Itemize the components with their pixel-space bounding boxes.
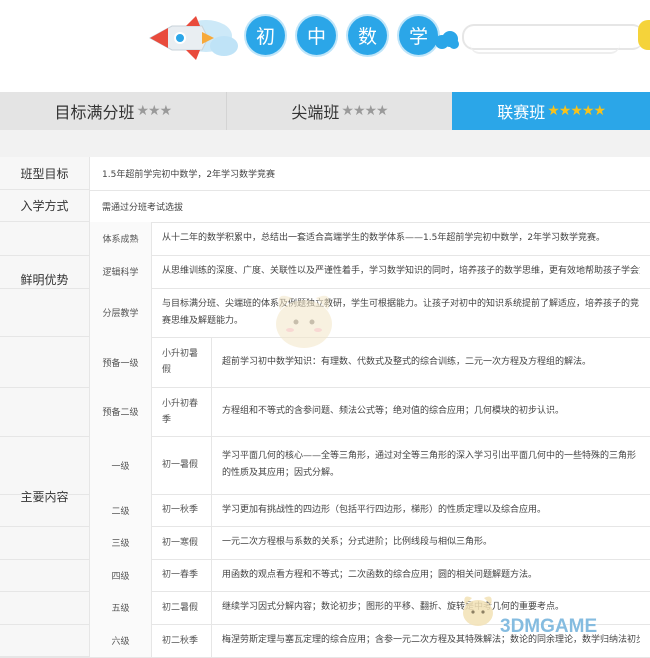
level-season: 初一暑假 xyxy=(152,436,212,494)
title-char: 学 xyxy=(399,16,438,55)
mascot-logo-icon xyxy=(463,596,493,626)
table-row: 一级 初一暑假 学习平面几何的核心——全等三角形，通过对全等三角形的深入学习引出… xyxy=(0,436,650,495)
decor-line xyxy=(470,42,620,54)
tab-label: 目标满分班 xyxy=(54,103,135,122)
tab-label: 联赛班 xyxy=(497,103,546,122)
title-char: 中 xyxy=(297,16,336,55)
table-row: 三级 初一寒假 一元二次方程根与系数的关系；分式进阶；比例线段与相似三角形。 xyxy=(0,526,650,560)
page-header: 初 中 数 学 xyxy=(0,0,650,92)
table-row: 四级 初一春季 用函数的观点看方程和不等式；二次函数的综合应用；圆的相关问题解题… xyxy=(0,559,650,592)
cloud-icon xyxy=(435,31,459,49)
level-name: 六级 xyxy=(90,624,152,657)
level-name: 预备一级 xyxy=(90,337,152,387)
tab-label: 尖端班 xyxy=(291,103,340,122)
page-title: 初 中 数 学 xyxy=(246,16,438,55)
class-tabs: 目标满分班 ★★★ 尖端班 ★★★★ 联赛班 ★★★★★ xyxy=(0,92,650,130)
site-logo-watermark: 3DMGAME xyxy=(500,616,598,637)
admission-value: 需通过分班考试选拔 xyxy=(102,202,184,213)
advantage-desc: 从十二年的数学积累中，总结出一套适合高端学生的数学体系——1.5年超前学完初中数… xyxy=(162,233,606,243)
advantage-name: 体系成熟 xyxy=(90,222,152,255)
table-row: 1.5年超前学完初中数学，2年学习数学竞赛 xyxy=(0,157,650,191)
advantage-name: 逻辑科学 xyxy=(90,255,152,288)
table-row: 体系成熟 从十二年的数学积累中，总结出一套适合高端学生的数学体系——1.5年超前… xyxy=(0,222,650,256)
decor-shape xyxy=(638,20,650,50)
level-season: 初二秋季 xyxy=(152,624,212,657)
level-season: 小升初春季 xyxy=(152,387,212,436)
star-rating-icon: ★★★★ xyxy=(341,103,388,119)
star-rating-icon: ★★★ xyxy=(136,103,173,119)
level-name: 四级 xyxy=(90,559,152,591)
level-name: 二级 xyxy=(90,494,152,526)
level-name: 预备二级 xyxy=(90,387,152,436)
advantage-name: 分层教学 xyxy=(90,288,152,337)
advantage-desc: 与目标满分班、尖端班的体系及例题独立教研，学生可根据能力。让孩子对初中的知识系统… xyxy=(162,298,640,326)
star-rating-icon: ★★★★★ xyxy=(547,103,606,119)
level-name: 五级 xyxy=(90,591,152,624)
level-name: 三级 xyxy=(90,526,152,559)
title-char: 数 xyxy=(348,16,387,55)
tab-league[interactable]: 联赛班 ★★★★★ xyxy=(452,92,650,130)
level-desc: 用函数的观点看方程和不等式；二次函数的综合应用；圆的相关问题解题方法。 xyxy=(222,569,538,580)
table-row: 需通过分班考试选拔 xyxy=(0,190,650,223)
table-row: 二级 初一秋季 学习更加有挑战性的四边形（包括平行四边形，梯形）的性质定理以及综… xyxy=(0,494,650,527)
level-name: 一级 xyxy=(90,436,152,494)
tab-target-full-score[interactable]: 目标满分班 ★★★ xyxy=(0,92,226,130)
level-desc: 一元二次方程根与系数的关系；分式进阶；比例线段与相似三角形。 xyxy=(222,537,493,547)
level-season: 初二暑假 xyxy=(152,591,212,624)
level-season: 初一寒假 xyxy=(152,526,212,559)
level-season: 初一春季 xyxy=(152,559,212,591)
advantage-desc: 从思维训练的深度、广度、关联性以及严谨性着手，学习数学知识的同时，培养孩子的数学… xyxy=(162,266,640,276)
level-desc: 学习更加有挑战性的四边形（包括平行四边形，梯形）的性质定理以及综合应用。 xyxy=(222,504,547,515)
level-desc: 方程组和不等式的含参问题、频法公式等；绝对值的综合应用；几何模块的初步认识。 xyxy=(222,406,565,416)
section-spacer xyxy=(0,130,650,157)
level-season: 初一秋季 xyxy=(152,494,212,526)
level-season: 小升初暑假 xyxy=(152,337,212,387)
table-row: 预备二级 小升初春季 方程组和不等式的含参问题、频法公式等；绝对值的综合应用；几… xyxy=(0,387,650,437)
tab-elite[interactable]: 尖端班 ★★★★ xyxy=(225,92,453,130)
title-char: 初 xyxy=(246,16,285,55)
rocket-icon xyxy=(148,16,238,60)
level-desc: 学习平面几何的核心——全等三角形，通过对全等三角形的深入学习引出平面几何中的一些… xyxy=(222,451,637,478)
mascot-watermark-icon xyxy=(276,295,332,348)
goal-value: 1.5年超前学完初中数学，2年学习数学竞赛 xyxy=(102,170,276,180)
